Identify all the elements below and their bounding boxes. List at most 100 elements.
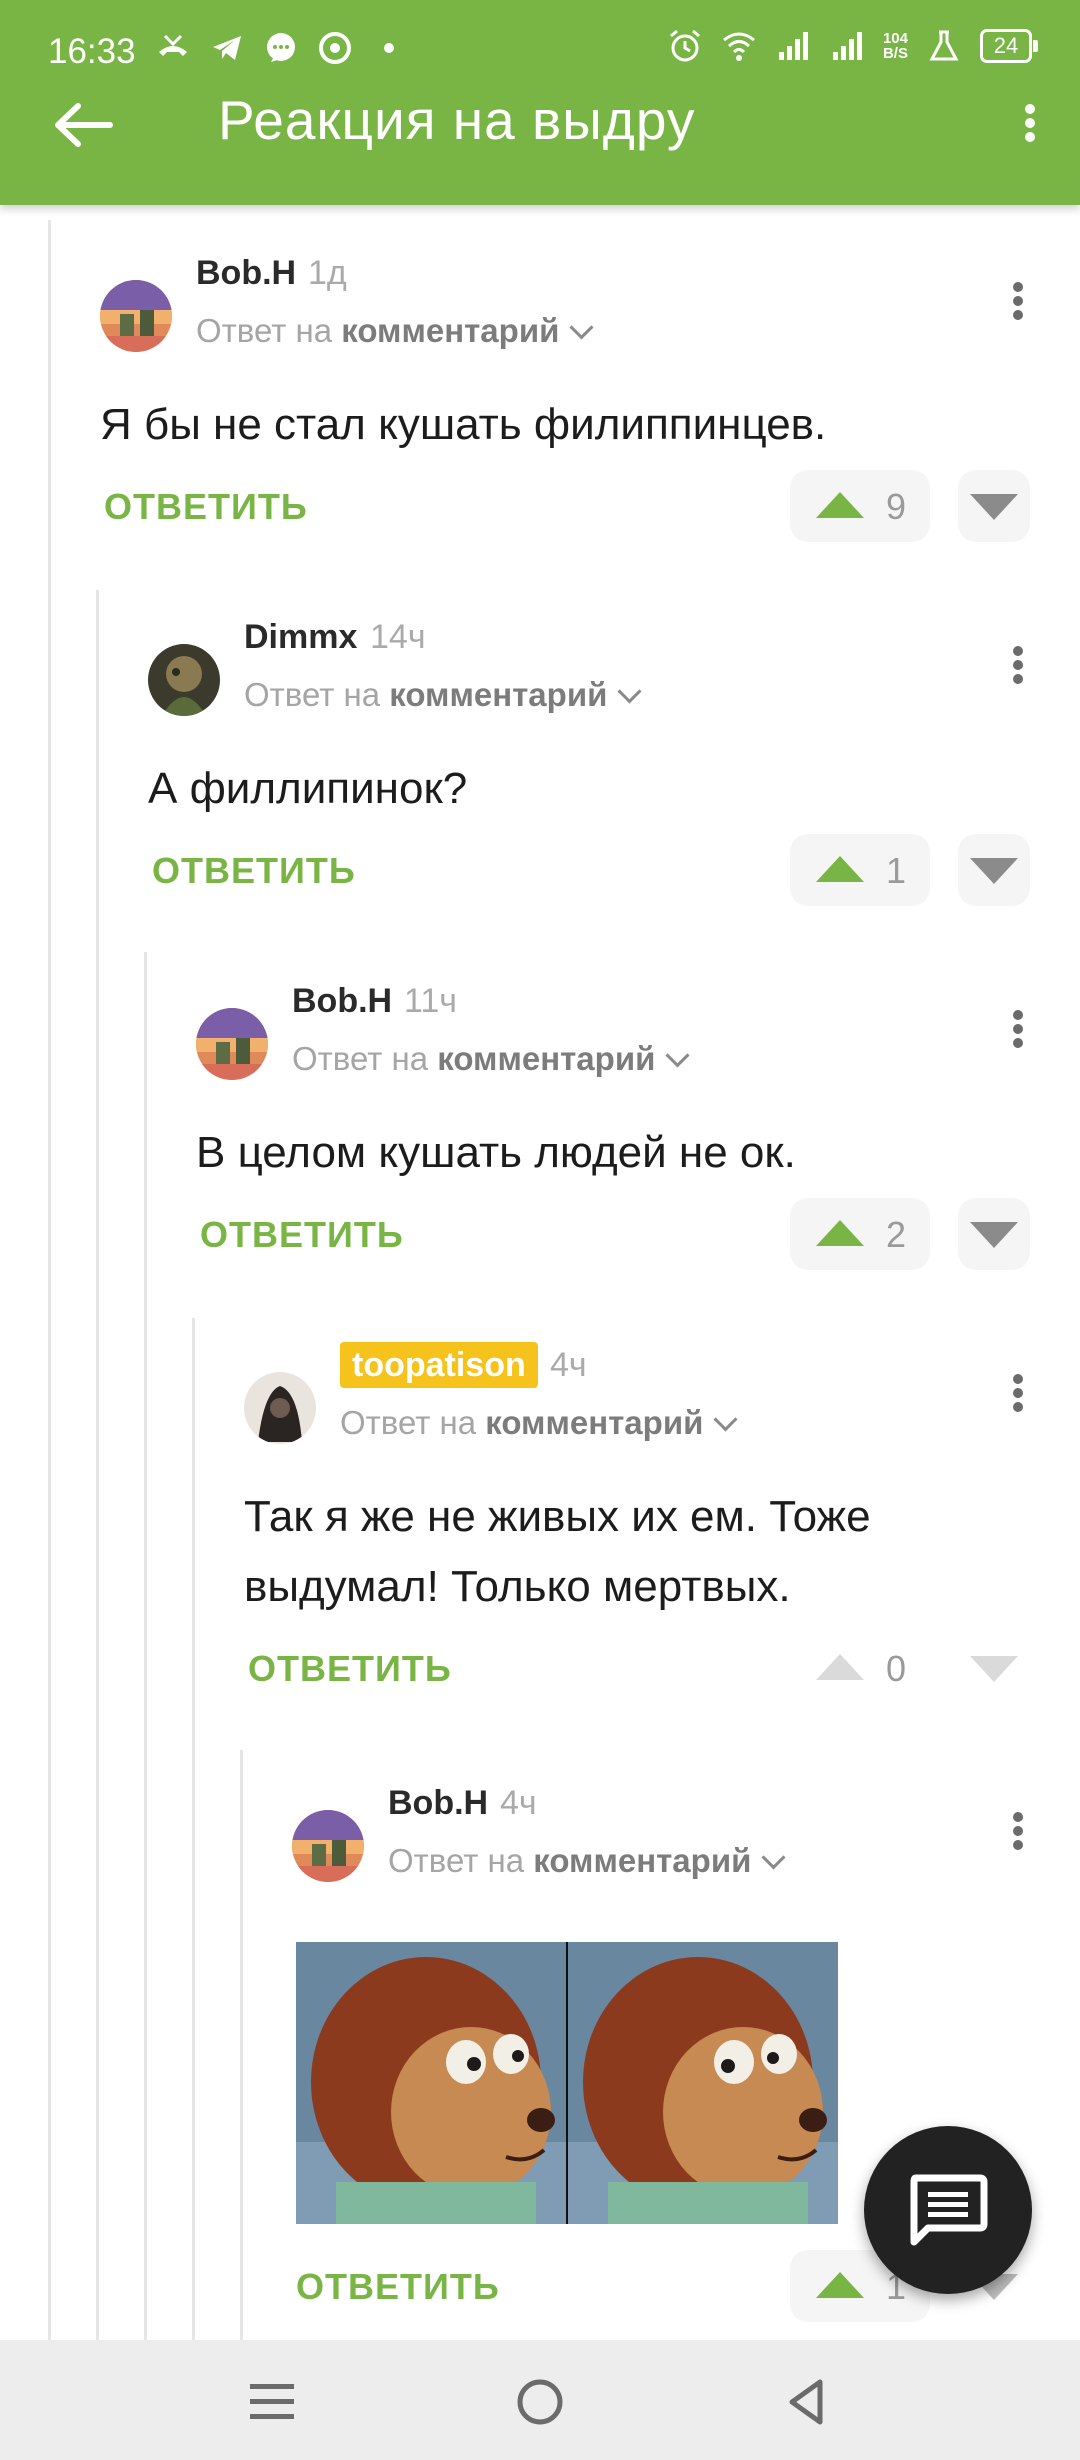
arrow-left-icon[interactable] bbox=[50, 100, 120, 150]
reply-prefix: Ответ на bbox=[292, 1040, 429, 1077]
upvote-button[interactable]: 9 bbox=[790, 470, 930, 542]
comment-time: 4ч bbox=[550, 1346, 587, 1384]
comment-time: 4ч bbox=[500, 1784, 537, 1822]
chevron-down-icon bbox=[617, 679, 642, 704]
downvote-button[interactable] bbox=[958, 1632, 1030, 1704]
username[interactable]: Bob.H bbox=[292, 982, 392, 1021]
avatar[interactable] bbox=[292, 1810, 364, 1882]
wifi-icon bbox=[723, 32, 755, 61]
more-vert-icon[interactable] bbox=[998, 1370, 1038, 1430]
dot-icon bbox=[384, 43, 394, 53]
reply-button[interactable]: ОТВЕТИТЬ bbox=[104, 486, 308, 528]
username[interactable]: Bob.H bbox=[388, 1784, 488, 1823]
comment-text: Я бы не стал кушать филиппинцев. bbox=[100, 400, 827, 449]
arrow-down-icon bbox=[970, 1222, 1018, 1248]
arrow-up-icon bbox=[816, 1220, 864, 1246]
reply-button[interactable]: ОТВЕТИТЬ bbox=[248, 1648, 452, 1690]
comment-text-line: выдумал! Только мертвых. bbox=[244, 1562, 791, 1611]
reply-to[interactable]: Ответ на комментарий bbox=[196, 312, 594, 350]
avatar[interactable] bbox=[196, 1008, 268, 1080]
reply-target: комментарий bbox=[341, 312, 560, 349]
arrow-down-icon bbox=[970, 494, 1018, 520]
net-speed-value: 104 bbox=[882, 30, 908, 47]
chevron-down-icon bbox=[569, 315, 594, 340]
comment-text: В целом кушать людей не ок. bbox=[196, 1128, 796, 1177]
missed-call-icon bbox=[159, 34, 187, 56]
signal-icon bbox=[778, 32, 808, 60]
reply-to[interactable]: Ответ на комментарий bbox=[340, 1404, 738, 1442]
thread-line bbox=[192, 1318, 195, 2340]
downvote-button[interactable] bbox=[958, 470, 1030, 542]
notification-icons bbox=[155, 30, 407, 66]
arrow-up-icon bbox=[816, 1654, 864, 1680]
back-triangle-icon[interactable] bbox=[778, 2374, 838, 2430]
comment: Bob.H 1д Ответ на комментарий Я бы не ст… bbox=[100, 240, 1040, 560]
chevron-down-icon bbox=[713, 1407, 738, 1432]
arrow-up-icon bbox=[816, 2272, 864, 2298]
comment: toopatison 4ч Ответ на комментарий Так я… bbox=[244, 1332, 1040, 1722]
username-badge: toopatison bbox=[340, 1342, 538, 1388]
comment-text: А филлипинок? bbox=[148, 764, 468, 813]
upvote-button[interactable]: 1 bbox=[790, 834, 930, 906]
messenger-icon bbox=[267, 33, 295, 62]
username[interactable]: toopatison bbox=[340, 1342, 538, 1388]
arrow-down-icon bbox=[970, 858, 1018, 884]
reply-to[interactable]: Ответ на комментарий bbox=[292, 1040, 690, 1078]
status-time: 16:33 bbox=[48, 32, 136, 71]
home-circle-icon[interactable] bbox=[510, 2374, 570, 2430]
net-speed-unit: B/S bbox=[882, 45, 908, 62]
thread-line bbox=[96, 590, 99, 2340]
comment-icon bbox=[910, 2174, 988, 2246]
chevron-down-icon bbox=[761, 1845, 786, 1870]
username[interactable]: Dimmx bbox=[244, 618, 357, 657]
arrow-up-icon bbox=[816, 856, 864, 882]
comment-time: 14ч bbox=[370, 618, 426, 656]
net-speed: 104 B/S bbox=[883, 31, 908, 61]
vote-count: 9 bbox=[885, 486, 906, 527]
reply-to[interactable]: Ответ на комментарий bbox=[244, 676, 642, 714]
thread-line bbox=[48, 220, 51, 2340]
thread-line bbox=[240, 1750, 243, 2340]
alarm-icon bbox=[670, 29, 700, 62]
avatar[interactable] bbox=[244, 1372, 316, 1444]
signal-icon-2 bbox=[832, 32, 862, 60]
upvote-button[interactable]: 0 bbox=[790, 1632, 930, 1704]
menu-icon[interactable] bbox=[242, 2374, 302, 2430]
avatar[interactable] bbox=[100, 280, 172, 352]
reply-prefix: Ответ на bbox=[196, 312, 333, 349]
upvote-button[interactable]: 2 bbox=[790, 1198, 930, 1270]
username[interactable]: Bob.H bbox=[196, 254, 296, 293]
reply-prefix: Ответ на bbox=[340, 1404, 477, 1441]
flask-icon bbox=[929, 30, 959, 61]
more-vert-icon[interactable] bbox=[998, 642, 1038, 702]
comment: Bob.H 11ч Ответ на комментарий В целом к… bbox=[196, 968, 1040, 1288]
reply-target: комментарий bbox=[533, 1842, 752, 1879]
reply-target: комментарий bbox=[437, 1040, 656, 1077]
page-title: Реакция на выдру bbox=[218, 89, 696, 151]
reply-button[interactable]: ОТВЕТИТЬ bbox=[200, 1214, 404, 1256]
more-vert-icon[interactable] bbox=[998, 278, 1038, 338]
avatar[interactable] bbox=[148, 644, 220, 716]
system-navigation-bar bbox=[0, 2340, 1080, 2460]
more-vert-icon[interactable] bbox=[998, 1006, 1038, 1066]
puppet-image-left bbox=[296, 1942, 566, 2224]
battery-indicator: 24 bbox=[980, 29, 1038, 63]
comment-image[interactable] bbox=[296, 1942, 838, 2224]
downvote-button[interactable] bbox=[958, 1198, 1030, 1270]
reply-button[interactable]: ОТВЕТИТЬ bbox=[296, 2266, 500, 2308]
puppet-image-right bbox=[568, 1942, 838, 2224]
more-vert-icon[interactable] bbox=[1010, 100, 1050, 160]
comment-text: Так я же не живых их ем. Тоже выдумал! Т… bbox=[244, 1482, 871, 1622]
more-vert-icon[interactable] bbox=[998, 1808, 1038, 1868]
comment: Dimmx 14ч Ответ на комментарий А филлипи… bbox=[148, 604, 1040, 924]
arrow-up-icon bbox=[816, 492, 864, 518]
comment-text-line: Так я же не живых их ем. Тоже bbox=[244, 1492, 871, 1541]
comment-time: 1д bbox=[308, 254, 347, 292]
thread-line bbox=[144, 952, 147, 2342]
telegram-icon bbox=[213, 36, 241, 60]
reply-button[interactable]: ОТВЕТИТЬ bbox=[152, 850, 356, 892]
downvote-button[interactable] bbox=[958, 834, 1030, 906]
comment-fab[interactable] bbox=[864, 2126, 1032, 2294]
reply-prefix: Ответ на bbox=[388, 1842, 525, 1879]
reply-to[interactable]: Ответ на комментарий bbox=[388, 1842, 786, 1880]
